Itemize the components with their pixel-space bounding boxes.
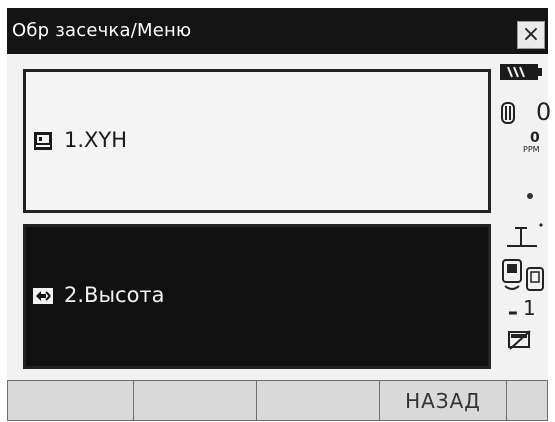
book-icon bbox=[34, 132, 52, 150]
memory-card-icon bbox=[508, 330, 531, 350]
menu-item-height[interactable]: 2.Высота bbox=[23, 224, 491, 369]
menu-item-label: 2.Высота bbox=[64, 283, 165, 307]
softkey-f2[interactable] bbox=[133, 380, 256, 421]
menu-item-label: 1.XYH bbox=[64, 128, 128, 152]
battery-tip bbox=[538, 68, 542, 76]
window-title: Обр засечка/Меню bbox=[12, 20, 192, 41]
softkey-f1[interactable] bbox=[7, 380, 133, 421]
battery-icon bbox=[500, 64, 538, 80]
title-bar: Обр засечка/Меню × bbox=[7, 8, 548, 54]
back-button[interactable]: НАЗАД bbox=[379, 380, 506, 421]
prism-constant-icon bbox=[501, 102, 515, 124]
softkey-f5[interactable] bbox=[506, 380, 548, 421]
status-panel: 0 0 PPM ▂ 1 bbox=[493, 54, 552, 376]
softkey-bar: НАЗАД bbox=[7, 380, 548, 421]
close-button[interactable]: × bbox=[517, 21, 545, 49]
height-icon bbox=[33, 288, 53, 304]
ppm-value: 0 bbox=[530, 130, 540, 146]
tilt-icon bbox=[507, 223, 543, 247]
bluetooth-communication-icon bbox=[502, 259, 544, 291]
prism-constant-value: 0 bbox=[536, 98, 552, 126]
menu-item-xyh[interactable]: 1.XYH bbox=[23, 69, 491, 213]
target-prism-icon bbox=[527, 193, 533, 199]
ppm-unit: PPM bbox=[523, 145, 540, 154]
face-indicator-base: ▂ bbox=[509, 304, 517, 315]
face-indicator: 1 bbox=[523, 296, 536, 320]
screen: Обр засечка/Меню × 1.XYH 2.Высота 0 0 PP… bbox=[7, 8, 552, 421]
softkey-f3[interactable] bbox=[256, 380, 379, 421]
